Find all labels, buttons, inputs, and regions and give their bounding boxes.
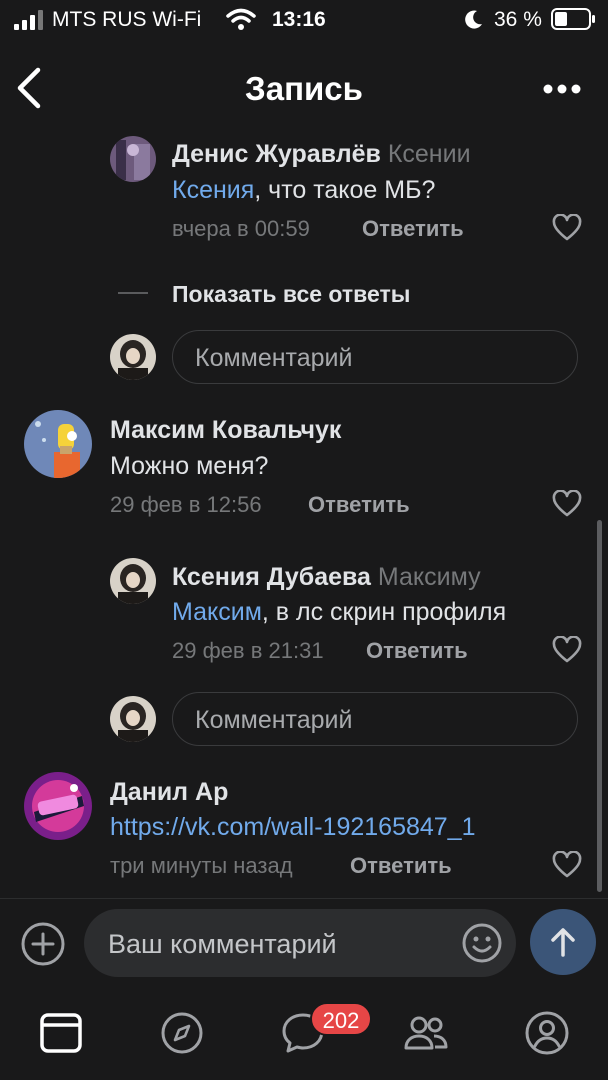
reply-to-name[interactable]: Ксении — [388, 140, 471, 168]
comment-body: , что такое МБ? — [254, 176, 436, 204]
reply-button[interactable]: Ответить — [362, 216, 464, 242]
battery-icon — [551, 8, 595, 30]
comment-composer: Ваш комментарий — [0, 898, 608, 992]
battery-percent: 36 % — [494, 8, 542, 31]
scrollbar[interactable] — [597, 520, 602, 892]
comment-body: , в лс скрин профиля — [261, 598, 507, 626]
comment-author[interactable]: Ксения Дубаева Максиму — [172, 563, 481, 592]
author-name[interactable]: Ксения Дубаева — [172, 563, 371, 591]
my-avatar — [110, 334, 156, 380]
author-name[interactable]: Максим Ковальчук — [110, 416, 341, 445]
status-bar: MTS RUS Wi-Fi 13:16 36 % — [0, 0, 608, 40]
mention-link[interactable]: Ксения — [172, 176, 254, 204]
divider — [118, 292, 148, 294]
friends-icon[interactable] — [403, 1010, 449, 1056]
avatar[interactable] — [24, 410, 92, 478]
comment-text: Ксения, что такое МБ? — [172, 176, 435, 205]
avatar[interactable] — [110, 136, 156, 182]
avatar[interactable] — [110, 558, 156, 604]
comment-text: Максим, в лс скрин профиля — [172, 598, 506, 627]
comment-body: Можно меня? — [110, 452, 269, 480]
send-icon — [551, 928, 575, 957]
discover-icon[interactable] — [159, 1010, 205, 1056]
more-icon[interactable] — [540, 78, 584, 100]
heart-icon[interactable] — [552, 851, 582, 879]
composer-input[interactable]: Ваш комментарий — [84, 909, 516, 977]
composer-placeholder: Ваш комментарий — [108, 929, 337, 959]
moon-icon — [465, 10, 482, 29]
comment-input[interactable]: Комментарий — [172, 692, 578, 746]
comment-time: вчера в 00:59 — [172, 216, 310, 241]
heart-icon[interactable] — [552, 490, 582, 518]
comment-placeholder: Комментарий — [195, 706, 353, 734]
reply-to-name[interactable]: Максиму — [378, 563, 481, 591]
wifi-icon — [226, 8, 256, 30]
tab-bar: 202 — [0, 992, 608, 1080]
show-all-replies-button[interactable]: Показать все ответы — [172, 281, 410, 308]
comment-input[interactable]: Комментарий — [172, 330, 578, 384]
send-button[interactable] — [530, 909, 596, 975]
page-title: Запись — [245, 70, 363, 107]
author-name[interactable]: Денис Журавлёв — [172, 140, 381, 168]
comment-link[interactable]: https://vk.com/wall-192165847_1 — [110, 813, 476, 842]
my-avatar — [110, 696, 156, 742]
comment-placeholder: Комментарий — [195, 344, 353, 372]
feed-icon[interactable] — [38, 1010, 84, 1056]
reply-button[interactable]: Ответить — [308, 492, 410, 518]
avatar[interactable] — [24, 772, 92, 840]
heart-icon[interactable] — [552, 636, 582, 664]
author-name[interactable]: Данил Ар — [110, 778, 228, 807]
comment-time: 29 фев в 12:56 — [110, 492, 262, 517]
emoji-icon[interactable] — [460, 921, 504, 965]
add-icon[interactable] — [20, 921, 66, 967]
profile-icon[interactable] — [524, 1010, 570, 1056]
carrier-name: MTS RUS Wi-Fi — [52, 8, 202, 31]
signal-icon — [14, 10, 43, 30]
mention-link[interactable]: Максим — [172, 598, 262, 626]
reply-button[interactable]: Ответить — [350, 853, 452, 879]
header: Запись — [0, 50, 608, 130]
heart-icon[interactable] — [552, 214, 582, 242]
status-time: 13:16 — [272, 8, 326, 31]
messages-badge: 202 — [310, 1002, 372, 1036]
comment-time: три минуты назад — [110, 853, 293, 878]
comment-author[interactable]: Денис Журавлёв Ксении — [172, 140, 471, 169]
comment-time: 29 фев в 21:31 — [172, 638, 324, 663]
reply-button[interactable]: Ответить — [366, 638, 468, 664]
